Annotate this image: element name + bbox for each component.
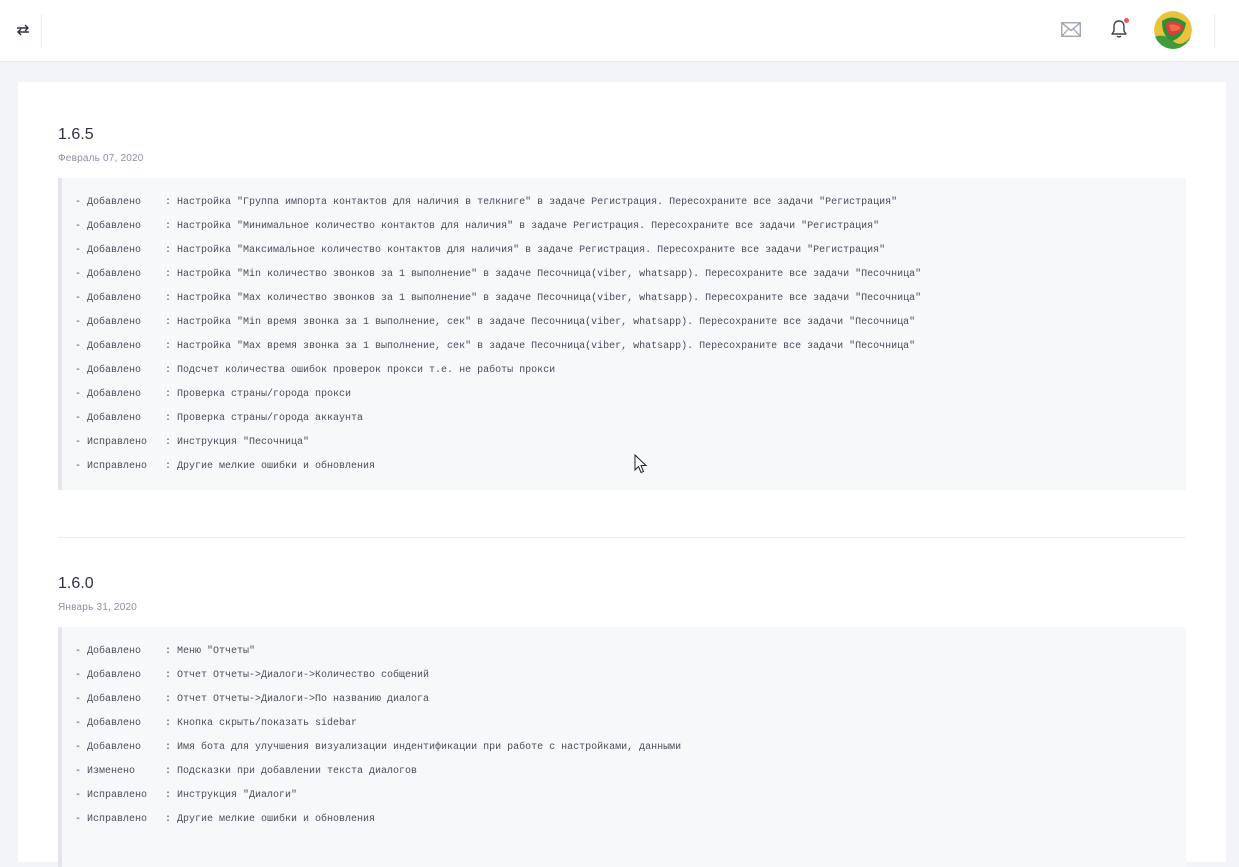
release-section: 1.6.0 Январь 31, 2020 [58,574,1186,614]
release-section: 1.6.5 Февраль 07, 2020 [58,125,1186,165]
toolbar-divider [1214,14,1215,48]
release-notes: - Добавлено : Настройка "Группа импорта … [58,178,1186,490]
note-line: - Добавлено : Отчет Отчеты->Диалоги->По … [75,694,430,705]
toolbar-divider [41,14,42,48]
note-line: - Добавлено : Меню "Отчеты" [75,646,256,657]
release-date: Январь 31, 2020 [58,602,137,613]
note-line: - Добавлено : Подсчет количества ошибок … [75,365,556,376]
note-line: - Добавлено : Настройка "Группа импорта … [75,197,898,208]
changelog-card: 1.6.5 Февраль 07, 2020 - Добавлено : Нас… [18,82,1226,867]
release-version: 1.6.5 [58,126,94,143]
note-line: - Изменено : Подсказки при добавлении те… [75,766,418,777]
notification-dot [1124,18,1129,23]
note-line: - Добавлено : Имя бота для улучшения виз… [75,742,682,753]
release-notes: - Добавлено : Меню "Отчеты" - Добавлено … [58,627,1186,867]
note-line: - Добавлено : Настройка "Max количество … [75,293,922,304]
note-line: - Добавлено : Проверка страны/города акк… [75,413,364,424]
mouse-cursor-icon [634,453,648,474]
swap-arrows-icon[interactable] [8,16,38,44]
note-line: - Добавлено : Настройка "Min время звонк… [75,317,916,328]
release-version: 1.6.0 [58,575,94,592]
note-line: - Исправлено : Инструкция "Песочница" [75,437,310,448]
release-divider [58,537,1186,538]
mail-icon[interactable] [1059,18,1083,40]
bell-icon[interactable] [1107,16,1131,42]
user-avatar[interactable] [1154,11,1192,49]
note-line: - Добавлено : Настройка "Max время звонк… [75,341,916,352]
note-line: - Исправлено : Инструкция "Диалоги" [75,790,298,801]
note-line: - Добавлено : Проверка страны/города про… [75,389,352,400]
note-line: - Добавлено : Настройка "Min количество … [75,269,922,280]
note-line: - Добавлено : Отчет Отчеты->Диалоги->Кол… [75,670,430,681]
note-line: - Добавлено : Кнопка скрыть/показать sid… [75,718,358,729]
note-line: - Исправлено : Другие мелкие ошибки и об… [75,461,376,472]
note-line: - Добавлено : Настройка "Минимальное кол… [75,221,880,232]
top-bar [0,0,1239,62]
note-line: - Исправлено : Другие мелкие ошибки и об… [75,814,376,825]
release-date: Февраль 07, 2020 [58,153,144,164]
note-line: - Добавлено : Настройка "Максимальное ко… [75,245,886,256]
